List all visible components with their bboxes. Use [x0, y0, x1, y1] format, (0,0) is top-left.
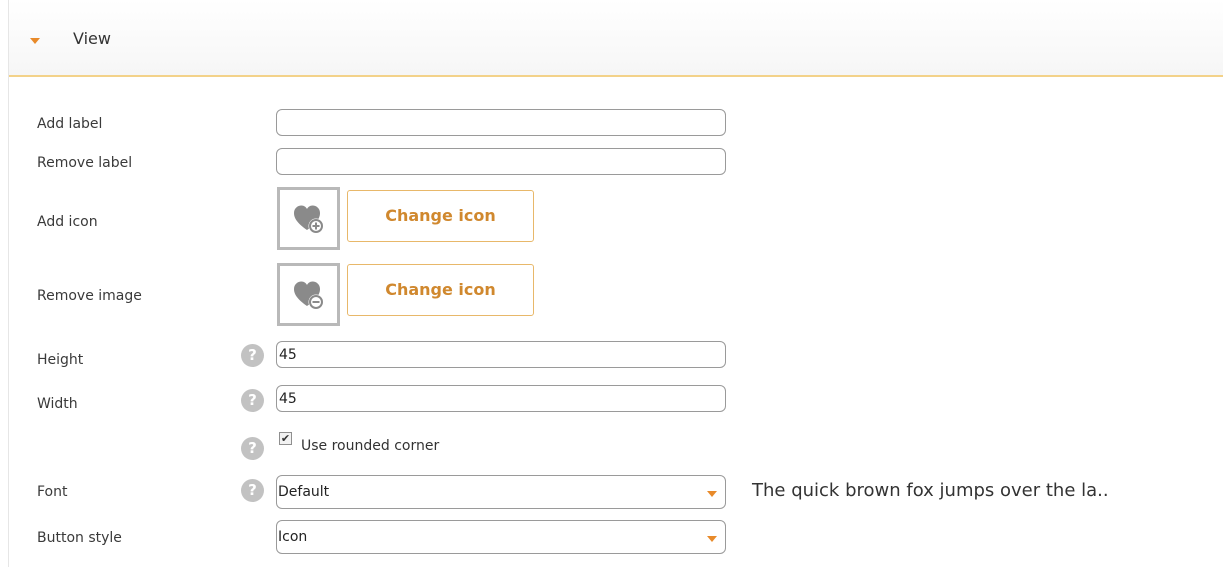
chevron-down-icon [707, 491, 717, 497]
height-input[interactable] [276, 341, 726, 368]
add-icon-label: Add icon [37, 214, 98, 230]
height-help-icon[interactable]: ? [241, 344, 264, 367]
remove-image-preview[interactable] [277, 263, 340, 326]
settings-panel: View Add label Remove label Add icon Cha… [8, 0, 1223, 567]
change-add-icon-button[interactable]: Change icon [347, 190, 534, 242]
chevron-down-icon [707, 536, 717, 542]
button-style-select[interactable]: Icon [276, 520, 726, 554]
width-label: Width [37, 396, 78, 412]
heart-minus-icon [294, 281, 324, 310]
add-icon-preview[interactable] [277, 187, 340, 250]
font-help-icon[interactable]: ? [241, 479, 264, 502]
button-style-select-value: Icon [278, 529, 308, 545]
add-label-label: Add label [37, 116, 103, 132]
button-style-label: Button style [37, 530, 122, 546]
remove-image-label: Remove image [37, 288, 142, 304]
rounded-corner-checkbox[interactable]: ✔ [279, 432, 292, 445]
width-help-icon[interactable]: ? [241, 389, 264, 412]
view-section-header[interactable]: View [9, 0, 1223, 77]
change-remove-image-button[interactable]: Change icon [347, 264, 534, 316]
checkmark-icon: ✔ [280, 432, 291, 445]
font-select-value: Default [278, 484, 330, 500]
section-title: View [73, 29, 111, 48]
collapse-arrow-icon[interactable] [30, 38, 40, 44]
font-select[interactable]: Default [276, 475, 726, 509]
height-label: Height [37, 352, 84, 368]
font-label: Font [37, 484, 68, 500]
width-input[interactable] [276, 385, 726, 412]
font-preview-text: The quick brown fox jumps over the la.. [752, 480, 1109, 501]
rounded-corner-label: Use rounded corner [301, 438, 440, 454]
heart-plus-icon [294, 205, 324, 234]
remove-label-label: Remove label [37, 155, 133, 171]
remove-label-input[interactable] [276, 148, 726, 175]
add-label-input[interactable] [276, 109, 726, 136]
rounded-corner-help-icon[interactable]: ? [241, 437, 264, 460]
